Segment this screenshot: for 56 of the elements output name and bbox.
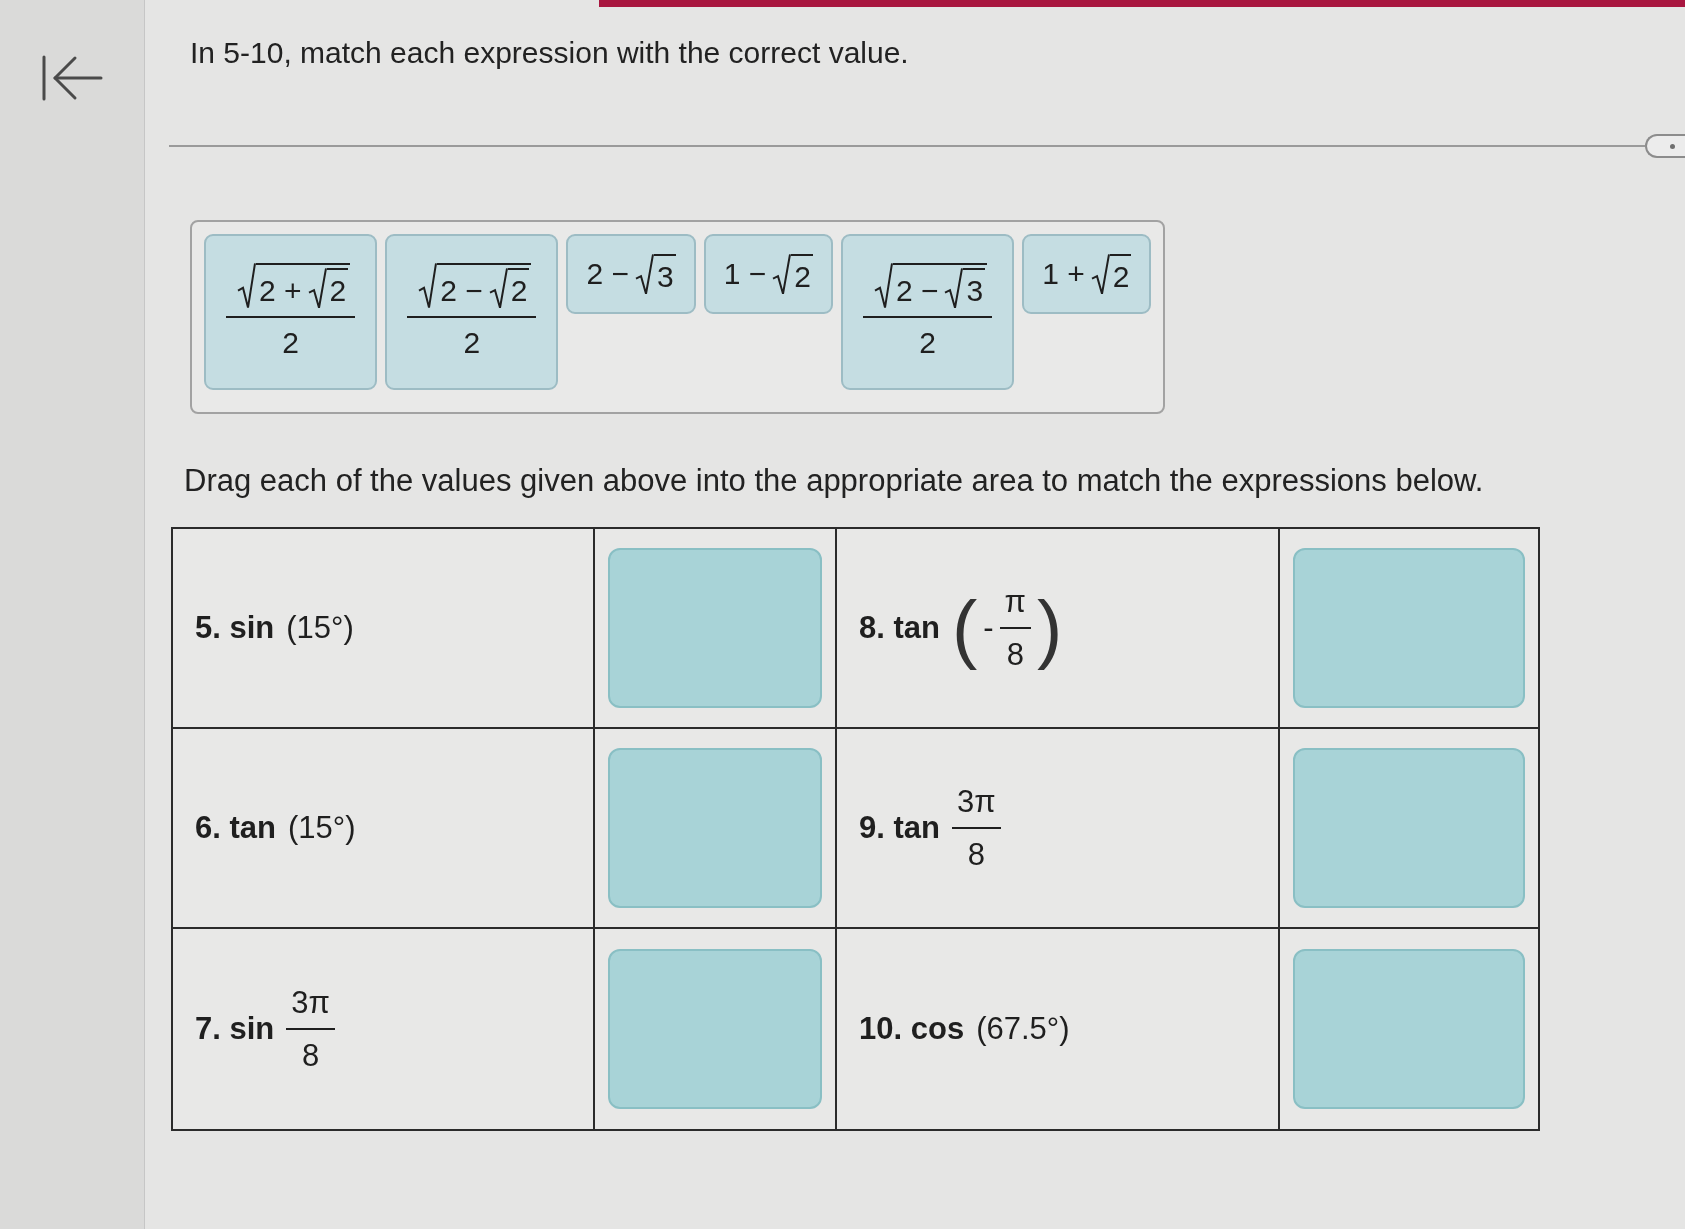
radical-sign-icon [635,253,654,295]
math-term: 3π [291,983,330,1021]
math-term: 2 [919,325,936,361]
problem-label: 10. cos [859,1011,965,1047]
value-tile[interactable]: 1 + 2 [1022,234,1152,314]
math-term: (15°) [286,609,354,647]
panel-handle[interactable] [1645,134,1685,158]
math-term: 3 [657,258,674,295]
radical-sign-icon [1090,253,1110,295]
math-term: 3 [966,273,984,309]
drag-instruction: Drag each of the values given above into the appropriate area to match the expressions below. [184,462,1485,500]
drop-zone[interactable] [608,548,822,708]
dot-icon [1670,143,1675,149]
radical-sign-icon [488,268,508,309]
question-title: In 5-10, match each expression with the correct value. [190,35,910,71]
math-term: (67.5°) [976,1010,1070,1048]
drop-zone[interactable] [1293,748,1525,908]
value-tile[interactable]: 2 − 3 2 [840,234,1015,390]
math-term: 3π [956,782,996,820]
math-term: 1 + [1042,256,1085,292]
problem-label: 9. tan [859,810,940,846]
radical-sign-icon [873,263,893,309]
math-term: 2 [463,325,481,361]
math-term: 8 [301,1037,320,1075]
radical-sign-icon [237,263,256,309]
math-term: 2 [1112,258,1130,295]
drop-zone[interactable] [1293,548,1525,708]
math-term: 2 [329,273,347,309]
radical-sign-icon [944,268,964,309]
math-term: - [983,609,994,647]
math-term: 8 [1006,636,1024,674]
drop-zone[interactable] [608,949,822,1109]
radical-sign-icon [307,268,327,309]
math-term: (15°) [287,809,356,847]
problem-label: 5. sin [195,610,275,646]
math-term: 8 [967,836,985,874]
value-tile[interactable]: 1 − 2 [703,234,833,314]
math-term: 2 − [440,273,483,309]
drop-zone[interactable] [1293,949,1525,1109]
math-term: 2 − [586,256,629,292]
drop-zone[interactable] [608,748,822,908]
math-term: 2 [510,273,528,309]
radical-sign-icon [418,263,438,309]
math-term: 2 [282,325,299,361]
problem-label: 6. tan [195,810,276,846]
math-term: π [1004,582,1026,620]
value-tile[interactable]: 2 − 3 [566,234,696,314]
radical-sign-icon [772,253,792,295]
math-term: 2 [794,258,811,295]
math-term: 1 − [723,256,767,292]
math-term: 2 + [259,273,302,309]
value-tile[interactable]: 2 + 2 2 [204,234,378,390]
problem-label: 8. tan [859,610,940,646]
math-term: 2 − [895,273,939,309]
value-tile[interactable]: 2 − 2 2 [385,234,559,390]
problem-label: 7. sin [195,1011,275,1047]
